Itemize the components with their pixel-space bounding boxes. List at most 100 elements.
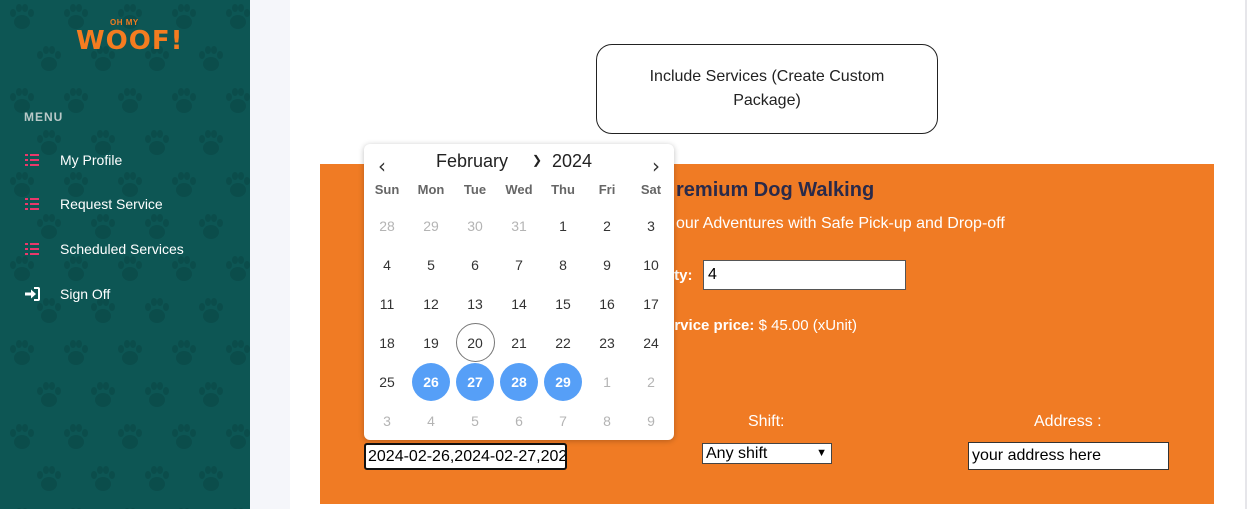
address-input[interactable]: [968, 442, 1169, 470]
calendar-day[interactable]: 1: [541, 206, 585, 245]
calendar-day[interactable]: 31: [497, 206, 541, 245]
calendar-day[interactable]: 15: [541, 284, 585, 323]
calendar-day[interactable]: 30: [453, 206, 497, 245]
calendar-day[interactable]: 8: [541, 245, 585, 284]
month-select[interactable]: February: [436, 151, 508, 172]
sidebar-item-scheduled-services[interactable]: Scheduled Services: [0, 234, 250, 264]
calendar-day-number: 5: [427, 256, 435, 273]
paw-print-icon: [172, 424, 196, 449]
paw-print-icon: [91, 466, 115, 491]
calendar-day-number: 11: [379, 295, 395, 312]
calendar-day[interactable]: 4: [409, 401, 453, 440]
calendar-day[interactable]: 28: [497, 362, 541, 401]
calendar-day-number: 23: [599, 334, 615, 351]
weekday-label: Tue: [463, 182, 487, 197]
paw-print-icon: [199, 382, 223, 407]
weekday-header: Sun Mon Tue Wed Thu Fri Sat: [365, 182, 673, 197]
weekday-label: Fri: [598, 182, 616, 197]
calendar-day[interactable]: 7: [497, 245, 541, 284]
calendar-day[interactable]: 25: [365, 362, 409, 401]
sidebar-item-label: Request Service: [60, 196, 163, 212]
calendar-day[interactable]: 29: [541, 362, 585, 401]
calendar-day[interactable]: 18: [365, 323, 409, 362]
calendar-day[interactable]: 6: [453, 245, 497, 284]
calendar-day[interactable]: 28: [365, 206, 409, 245]
calendar-day[interactable]: 9: [585, 245, 629, 284]
calendar-day-number: 25: [379, 373, 395, 390]
calendar-day[interactable]: 21: [497, 323, 541, 362]
sidebar-item-request-service[interactable]: Request Service: [0, 189, 250, 219]
calendar-day-grid: 28 29 30 31 1 2 3 4 5 6 7 8 9 10 11 12 13 14 15 16 17 18 19 20 2…: [365, 206, 673, 440]
calendar-day[interactable]: 17: [629, 284, 673, 323]
calendar-day[interactable]: 14: [497, 284, 541, 323]
calendar-day-number: 8: [559, 256, 567, 273]
sidebar-item-sign-off[interactable]: Sign Off: [0, 279, 250, 309]
prev-month-arrow-icon[interactable]: ‹: [372, 154, 392, 178]
calendar-day[interactable]: 2: [585, 206, 629, 245]
calendar-day[interactable]: 2: [629, 362, 673, 401]
date-picker-popup: ‹ February ❯ 2024 › Sun Mon Tue Wed Thu …: [364, 144, 674, 440]
calendar-day-number: 5: [471, 412, 479, 429]
sidebar-item-my-profile[interactable]: My Profile: [0, 145, 250, 175]
calendar-day-number: 3: [647, 217, 655, 234]
calendar-day[interactable]: 22: [541, 323, 585, 362]
calendar-day[interactable]: 20: [453, 323, 497, 362]
calendar-day[interactable]: 11: [365, 284, 409, 323]
shift-label: Shift:: [748, 413, 785, 430]
shift-select[interactable]: Any shift ▼: [702, 443, 832, 464]
calendar-day-number: 7: [515, 256, 523, 273]
paw-print-icon: [172, 340, 196, 365]
list-icon: [25, 154, 39, 166]
calendar-day-number: 4: [427, 412, 435, 429]
calendar-day[interactable]: 9: [629, 401, 673, 440]
price-label: ervice price:: [666, 317, 755, 334]
calendar-day[interactable]: 6: [497, 401, 541, 440]
calendar-day-number: 22: [555, 334, 571, 351]
calendar-day-number: 1: [559, 217, 567, 234]
paw-print-icon: [145, 466, 169, 491]
calendar-day[interactable]: 7: [541, 401, 585, 440]
calendar-day[interactable]: 3: [365, 401, 409, 440]
calendar-day-number: 7: [559, 412, 567, 429]
calendar-day[interactable]: 5: [453, 401, 497, 440]
next-month-arrow-icon[interactable]: ›: [646, 154, 666, 178]
calendar-day[interactable]: 4: [365, 245, 409, 284]
calendar-day[interactable]: 19: [409, 323, 453, 362]
calendar-day[interactable]: 5: [409, 245, 453, 284]
paw-print-icon: [37, 466, 61, 491]
brand-logo[interactable]: OH MY WOOF!: [76, 16, 183, 56]
paw-print-icon: [64, 424, 88, 449]
list-icon: [25, 198, 39, 210]
calendar-day-number: 19: [423, 334, 439, 351]
calendar-day[interactable]: 23: [585, 323, 629, 362]
calendar-day-number: 13: [467, 295, 483, 312]
calendar-day-number: 24: [643, 334, 659, 351]
calendar-day[interactable]: 29: [409, 206, 453, 245]
dates-input[interactable]: 2024-02-26,2024-02-27,2024-02-28,2024-02…: [364, 443, 567, 470]
calendar-day[interactable]: 3: [629, 206, 673, 245]
calendar-day[interactable]: 24: [629, 323, 673, 362]
calendar-day[interactable]: 8: [585, 401, 629, 440]
calendar-day[interactable]: 27: [453, 362, 497, 401]
calendar-day-number: 26: [423, 373, 439, 390]
calendar-day-number: 2: [647, 373, 655, 390]
year-input[interactable]: 2024: [552, 151, 592, 172]
paw-print-icon: [226, 88, 250, 113]
paw-print-icon: [118, 424, 142, 449]
calendar-day[interactable]: 16: [585, 284, 629, 323]
paw-print-icon: [10, 4, 34, 29]
calendar-day[interactable]: 10: [629, 245, 673, 284]
calendar-day[interactable]: 13: [453, 284, 497, 323]
calendar-day[interactable]: 26: [409, 362, 453, 401]
calendar-day[interactable]: 1: [585, 362, 629, 401]
calendar-day-number: 27: [467, 373, 483, 390]
address-label: Address :: [1034, 413, 1102, 430]
quantity-input[interactable]: [703, 260, 906, 290]
weekday-label: Sat: [640, 182, 662, 197]
calendar-day[interactable]: 12: [409, 284, 453, 323]
service-subtitle: our Adventures with Safe Pick-up and Dro…: [676, 215, 1005, 232]
weekday-label: Mon: [417, 182, 445, 197]
calendar-day-number: 2: [603, 217, 611, 234]
sidebar-item-label: Scheduled Services: [60, 241, 184, 257]
include-services-button[interactable]: Include Services (Create Custom Package): [596, 44, 938, 134]
